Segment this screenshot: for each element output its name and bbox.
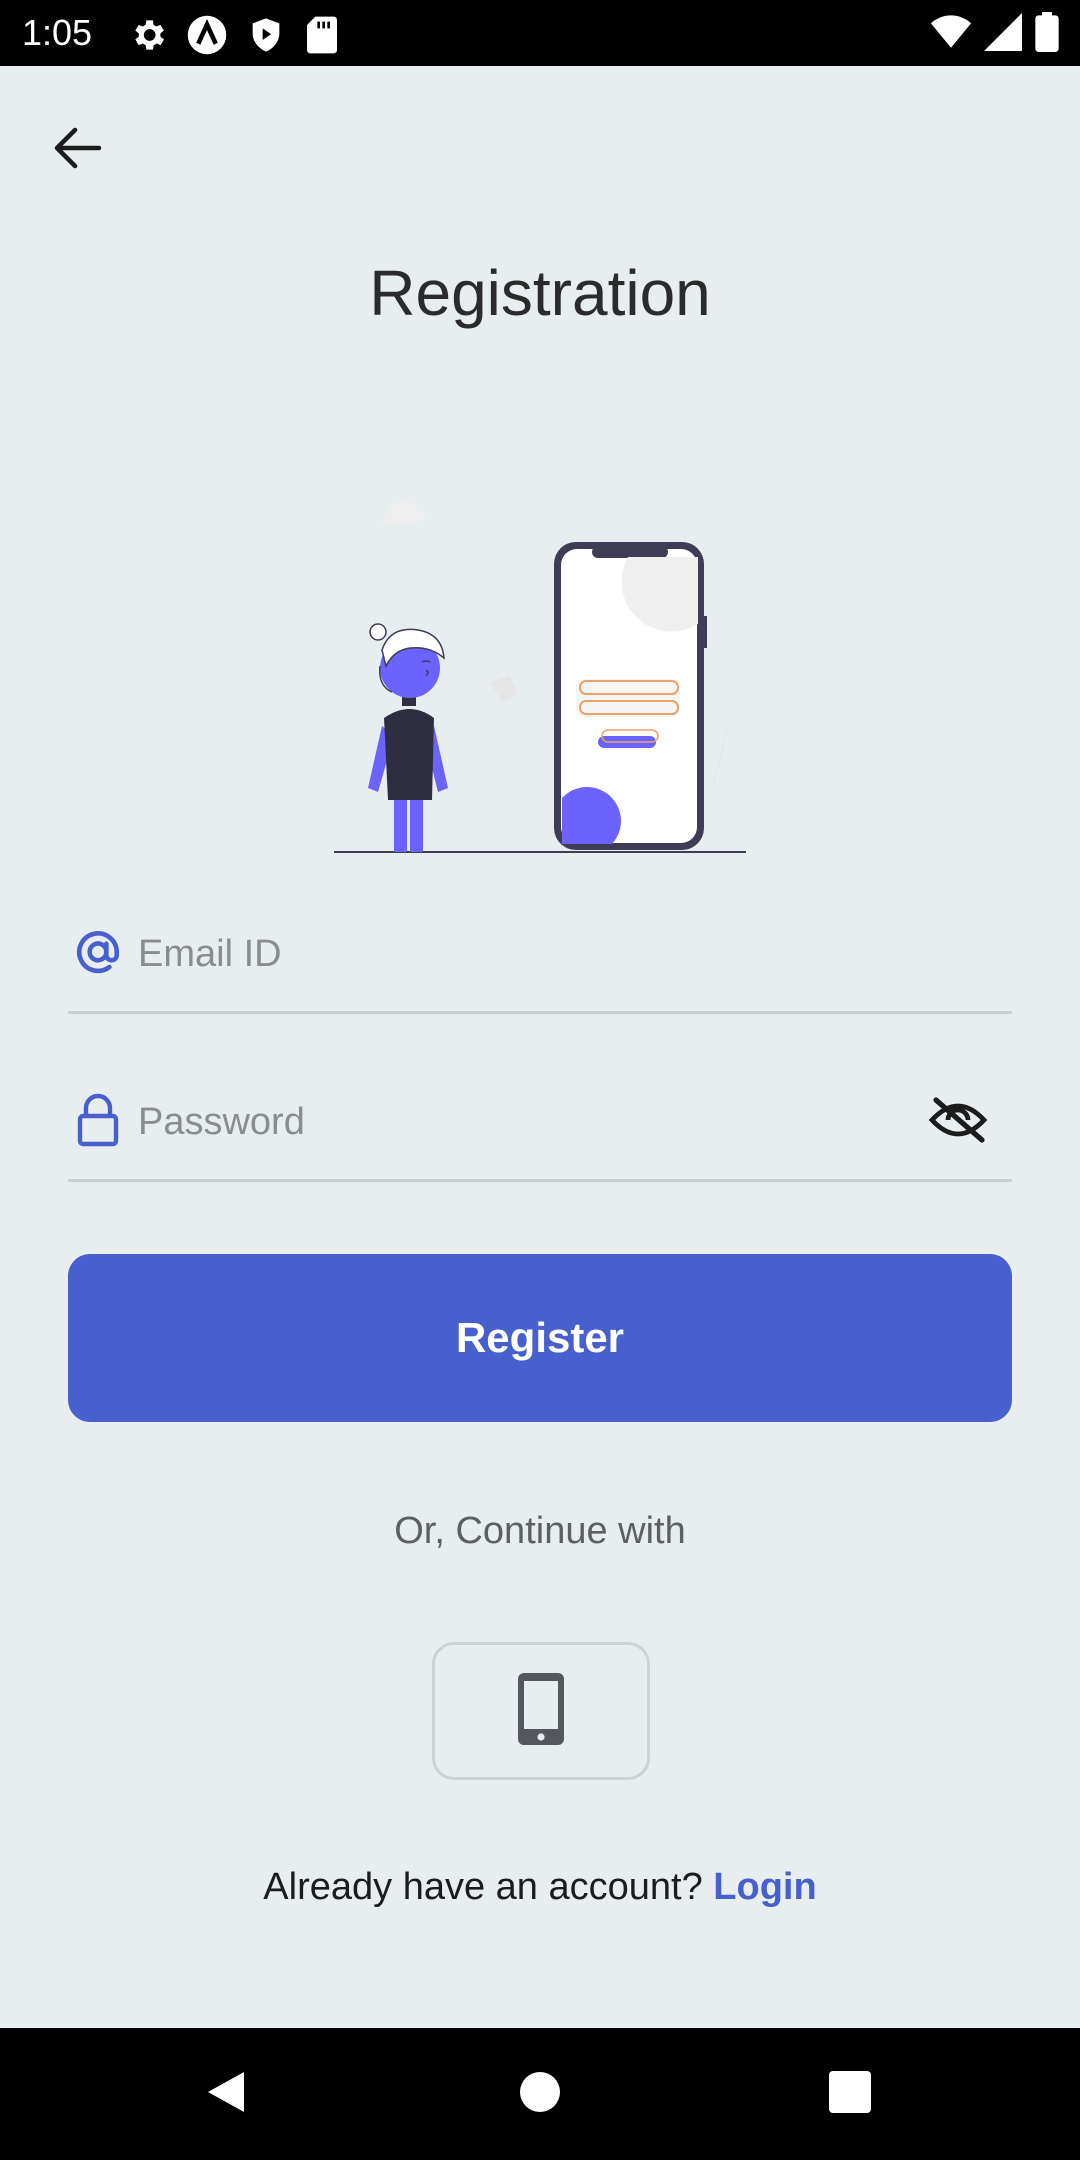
lock-icon — [72, 1090, 124, 1150]
eye-off-icon — [928, 1096, 988, 1149]
settings-icon — [128, 15, 168, 60]
signal-icon — [984, 13, 1022, 56]
home-circle-icon — [518, 2070, 562, 2119]
smartphone-icon — [518, 1672, 564, 1750]
autofill-icon — [186, 14, 228, 61]
shield-icon — [246, 15, 286, 60]
nav-recents-button[interactable] — [820, 2064, 880, 2124]
back-button[interactable] — [44, 116, 112, 184]
registration-screen: Registration Email ID Register Or, Conti… — [0, 66, 1080, 2028]
navigation-bar — [0, 2028, 1080, 2160]
nav-back-button[interactable] — [196, 2064, 256, 2124]
login-prompt: Already have an account? Login — [0, 1866, 1080, 1909]
arrow-back-icon — [53, 126, 103, 175]
status-icons-left — [128, 14, 340, 61]
password-visibility-toggle[interactable] — [926, 1092, 990, 1152]
at-sign-icon — [72, 922, 124, 982]
status-time: 1:05 — [22, 12, 93, 53]
recents-square-icon — [829, 2070, 871, 2118]
status-bar: 1:05 — [0, 0, 1080, 66]
email-field — [68, 904, 1012, 1014]
page-title: Registration — [369, 257, 711, 329]
email-input[interactable] — [138, 918, 898, 990]
login-link[interactable]: Login — [713, 1866, 816, 1908]
nav-home-button[interactable] — [510, 2064, 570, 2124]
phone-login-button[interactable] — [432, 1642, 650, 1780]
password-field — [68, 1072, 1012, 1182]
back-triangle-icon — [204, 2068, 248, 2121]
continue-with-divider: Or, Continue with — [394, 1510, 686, 1552]
battery-icon — [1034, 12, 1060, 57]
sd-card-icon — [304, 15, 340, 60]
register-button[interactable]: Register — [68, 1254, 1012, 1422]
wifi-icon — [930, 13, 972, 56]
password-input[interactable] — [138, 1086, 898, 1158]
login-prompt-text: Already have an account? — [263, 1866, 714, 1908]
registration-illustration — [330, 466, 750, 856]
status-icons-right — [930, 12, 1060, 57]
